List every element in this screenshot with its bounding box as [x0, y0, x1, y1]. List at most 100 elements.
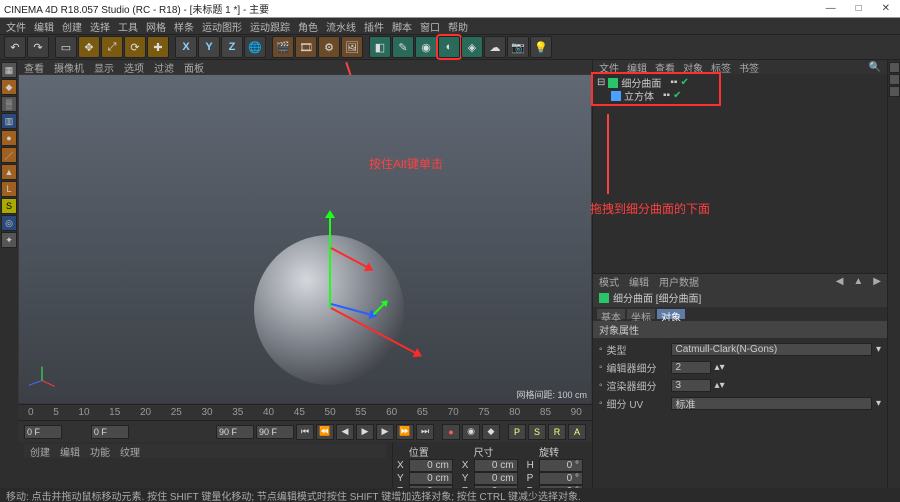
nav-back-icon[interactable]: ◀ — [836, 276, 844, 287]
axis-y-toggle[interactable]: Y — [198, 36, 220, 58]
nav-fwd-icon[interactable]: ▶ — [873, 276, 881, 287]
menu-select[interactable]: 选择 — [90, 19, 110, 34]
enable-checkmark-icon[interactable]: ✔ — [680, 77, 688, 88]
obj-name-1[interactable]: 立方体 — [624, 88, 654, 103]
current-frame[interactable]: 0 F — [91, 425, 129, 439]
coord-system[interactable]: 🌐 — [244, 36, 266, 58]
rot-p[interactable]: 0 ° — [539, 472, 583, 485]
subuv-dropdown[interactable]: 标准 — [671, 397, 872, 410]
stepper-icon[interactable]: ▴▾ — [715, 380, 725, 391]
make-editable[interactable]: ▦ — [1, 62, 17, 78]
menu-script[interactable]: 脚本 — [392, 19, 412, 34]
poly-mode[interactable]: ▲ — [1, 164, 17, 180]
key-a[interactable]: A — [568, 424, 586, 440]
rotate-tool[interactable]: ⟳ — [124, 36, 146, 58]
axis-z-toggle[interactable]: Z — [221, 36, 243, 58]
subrn-value[interactable]: 3 — [671, 379, 711, 392]
expand-icon[interactable]: ⊟ — [597, 77, 605, 88]
vm-camera[interactable]: 摄像机 — [54, 60, 84, 75]
maximize-button[interactable]: □ — [850, 3, 868, 14]
key-s[interactable]: S — [528, 424, 546, 440]
om-object[interactable]: 对象 — [683, 60, 703, 75]
pos-x[interactable]: 0 cm — [409, 459, 453, 472]
menu-mograph[interactable]: 运动图形 — [202, 19, 242, 34]
vrt-2[interactable] — [889, 74, 900, 85]
menu-character[interactable]: 角色 — [298, 19, 318, 34]
menu-tools[interactable]: 工具 — [118, 19, 138, 34]
vrt-1[interactable] — [889, 62, 900, 73]
menu-help[interactable]: 帮助 — [448, 19, 468, 34]
start-frame[interactable]: 0 F — [24, 425, 62, 439]
search-icon[interactable]: 🔍 — [869, 62, 881, 73]
menu-create[interactable]: 创建 — [62, 19, 82, 34]
menu-plugins[interactable]: 插件 — [364, 19, 384, 34]
viewport[interactable]: 按住Alt键单击 网格间距: 100 cm — [19, 75, 591, 403]
rot-h[interactable]: 0 ° — [539, 459, 583, 472]
tab-object[interactable]: 对象 — [657, 309, 685, 319]
menu-window[interactable]: 窗口 — [420, 19, 440, 34]
model-mode[interactable]: ◆ — [1, 79, 17, 95]
end-frame[interactable]: 90 F — [216, 425, 254, 439]
prev-key[interactable]: ⏪ — [316, 424, 334, 440]
point-mode[interactable]: ● — [1, 130, 17, 146]
primitive-cube[interactable]: ◧ — [369, 36, 391, 58]
size-x[interactable]: 0 cm — [474, 459, 518, 472]
om-bookmark[interactable]: 书签 — [739, 60, 759, 75]
scale-tool[interactable]: ⤢ — [101, 36, 123, 58]
bt-tex[interactable]: 纹理 — [120, 444, 140, 459]
timeline[interactable]: 051015202530354045505560657075808590 — [18, 404, 592, 420]
stepper-icon[interactable]: ▴▾ — [715, 362, 725, 373]
picture-viewer[interactable]: 🖼 — [341, 36, 363, 58]
key-p[interactable]: P — [508, 424, 526, 440]
menu-spline[interactable]: 样条 — [174, 19, 194, 34]
menu-file[interactable]: 文件 — [6, 19, 26, 34]
goto-end[interactable]: ⏭ — [416, 424, 434, 440]
render-view[interactable]: 🎬 — [272, 36, 294, 58]
dd-icon[interactable]: ▾ — [876, 398, 881, 409]
deformer[interactable]: ◈ — [461, 36, 483, 58]
bt-edit[interactable]: 编辑 — [60, 444, 80, 459]
size-y[interactable]: 0 cm — [474, 472, 518, 485]
menu-mesh[interactable]: 网格 — [146, 19, 166, 34]
vis-dots-2[interactable]: ▪▪ — [663, 90, 670, 101]
total-frame[interactable]: 90 F — [256, 425, 294, 439]
snap-toggle[interactable]: S — [1, 198, 17, 214]
tab-coord[interactable]: 坐标 — [627, 309, 655, 319]
vm-filter[interactable]: 过滤 — [154, 60, 174, 75]
light[interactable]: 💡 — [530, 36, 552, 58]
subdivision-surface-button[interactable]: ◐ — [438, 36, 460, 58]
vm-display[interactable]: 显示 — [94, 60, 114, 75]
axis-x-toggle[interactable]: X — [175, 36, 197, 58]
vm-panel[interactable]: 面板 — [184, 60, 204, 75]
texture-mode[interactable]: ▒ — [1, 96, 17, 112]
camera[interactable]: 📷 — [507, 36, 529, 58]
dd-icon[interactable]: ▾ — [876, 344, 881, 355]
render-settings[interactable]: ⚙ — [318, 36, 340, 58]
move-tool[interactable]: ✥ — [78, 36, 100, 58]
spline-pen[interactable]: ✎ — [392, 36, 414, 58]
edge-mode[interactable]: ／ — [1, 147, 17, 163]
tweak-mode[interactable]: ✦ — [1, 232, 17, 248]
record-key[interactable]: ● — [442, 424, 460, 440]
attr-mode[interactable]: 模式 — [599, 274, 619, 289]
attr-userdata[interactable]: 用户数据 — [659, 274, 699, 289]
tree-item-cube[interactable]: 立方体 ▪▪ ✔ — [597, 89, 689, 102]
gizmo-y-axis[interactable] — [329, 213, 331, 308]
select-tool[interactable]: ▭ — [55, 36, 77, 58]
attr-edit[interactable]: 编辑 — [629, 274, 649, 289]
redo-button[interactable]: ↷ — [27, 36, 49, 58]
vm-options[interactable]: 选项 — [124, 60, 144, 75]
pos-y[interactable]: 0 cm — [409, 472, 453, 485]
menu-tracker[interactable]: 运动跟踪 — [250, 19, 290, 34]
viewport-solo[interactable]: ◎ — [1, 215, 17, 231]
om-file[interactable]: 文件 — [599, 60, 619, 75]
next-frame[interactable]: ▶ — [376, 424, 394, 440]
key-r[interactable]: R — [548, 424, 566, 440]
play-button[interactable]: ▶ — [356, 424, 374, 440]
prev-frame[interactable]: ◀ — [336, 424, 354, 440]
om-view[interactable]: 查看 — [655, 60, 675, 75]
subed-value[interactable]: 2 — [671, 361, 711, 374]
minimize-button[interactable]: — — [820, 3, 842, 14]
undo-button[interactable]: ↶ — [4, 36, 26, 58]
bt-func[interactable]: 功能 — [90, 444, 110, 459]
